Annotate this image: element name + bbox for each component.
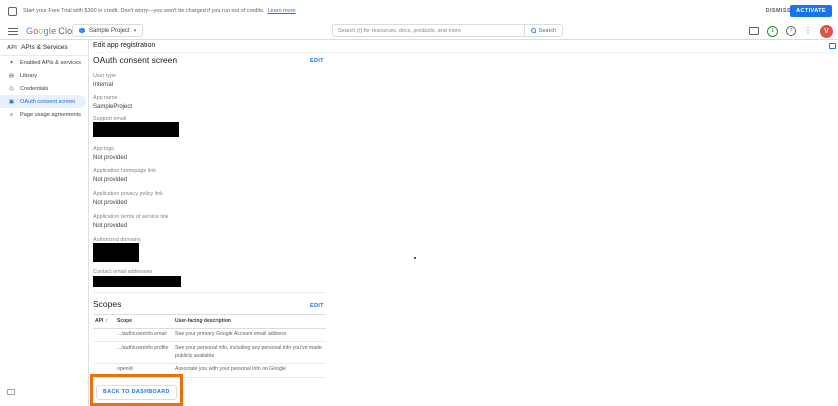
field-app-logo: App logo Not provided xyxy=(93,146,127,161)
dismiss-button[interactable]: DISMISS xyxy=(766,0,791,22)
oauth-consent-section-title: OAuth consent screen xyxy=(93,55,177,65)
apis-services-icon: API xyxy=(7,45,17,51)
sidebar-header: API APIs & Services xyxy=(0,40,88,56)
field-label: Contact email addresses xyxy=(93,269,152,275)
search-button[interactable]: Search xyxy=(524,25,562,36)
consent-screen-icon: ▣ xyxy=(8,99,15,105)
scopes-table-header: API↑ Scope User-facing description xyxy=(93,314,326,329)
chat-icon[interactable] xyxy=(7,389,15,395)
redacted-support-email xyxy=(93,122,179,137)
sidebar-item-label: Enabled APIs & services xyxy=(20,60,81,66)
table-row: .../auth/userinfo.email See your primary… xyxy=(93,329,326,343)
agreements-icon: ≡ xyxy=(8,112,15,118)
page-title: Edit app registration xyxy=(93,42,155,49)
divider xyxy=(93,292,326,293)
sidebar-item-label: Page usage agreements xyxy=(20,112,81,118)
sidebar-item-library[interactable]: ▤ Library xyxy=(0,69,86,82)
search-input[interactable] xyxy=(333,25,524,36)
key-icon: ◎ xyxy=(8,86,15,92)
field-label: Application privacy policy link xyxy=(93,191,163,197)
help-icon[interactable]: ? xyxy=(786,26,796,36)
column-header-description: User-facing description xyxy=(175,315,326,328)
field-label: App name xyxy=(93,95,132,101)
scopes-table: API↑ Scope User-facing description .../a… xyxy=(93,314,326,378)
api-cell xyxy=(93,329,117,342)
scopes-section-title: Scopes xyxy=(93,299,121,309)
table-row: .../auth/userinfo.profile See your perso… xyxy=(93,342,326,364)
api-cell xyxy=(93,342,117,363)
activate-button[interactable]: ACTIVATE xyxy=(790,5,832,17)
header-icons: 1 ? ⋮ V xyxy=(749,22,833,40)
sort-ascending-icon: ↑ xyxy=(105,318,108,324)
enabled-apis-icon: ✦ xyxy=(8,60,15,66)
menu-icon[interactable] xyxy=(8,28,18,35)
trial-credit-icon xyxy=(8,7,17,16)
column-label: API xyxy=(95,318,103,324)
search-button-label: Search xyxy=(539,28,556,34)
scope-cell: .../auth/userinfo.profile xyxy=(117,342,175,363)
sidebar-item-label: OAuth consent screen xyxy=(20,99,75,105)
description-cell: See your personal info, including any pe… xyxy=(175,342,326,363)
google-cloud-console: Start your Free Trial with $300 in credi… xyxy=(0,0,838,406)
field-value: Not provided xyxy=(93,177,156,183)
annotation-highlight: BACK TO DASHBOARD xyxy=(90,374,183,406)
side-panel-toggle-icon[interactable] xyxy=(829,43,836,49)
logo-letter: e xyxy=(51,26,56,36)
trial-banner-text: Start your Free Trial with $300 in credi… xyxy=(23,0,296,22)
top-app-bar: GoogleCloud Sample Project ▾ Search 1 ? … xyxy=(0,22,838,40)
avatar[interactable]: V xyxy=(820,25,833,38)
field-app-name: App name SampleProject xyxy=(93,95,132,110)
back-to-dashboard-button[interactable]: BACK TO DASHBOARD xyxy=(96,385,177,400)
field-terms-of-service-link: Application terms of service link Not pr… xyxy=(93,214,169,229)
field-label: Application homepage link xyxy=(93,168,156,174)
field-value: Not provided xyxy=(93,223,169,229)
sidebar-item-oauth-consent-screen[interactable]: ▣ OAuth consent screen xyxy=(0,95,86,108)
field-label: App logo xyxy=(93,146,127,152)
notifications-badge[interactable]: 1 xyxy=(767,26,778,37)
sidebar-item-label: Credentials xyxy=(20,86,48,92)
divider xyxy=(93,52,838,53)
column-header-scope: Scope xyxy=(117,315,175,328)
field-label: User type xyxy=(93,73,116,79)
redacted-authorized-domains xyxy=(93,243,139,262)
redacted-contact-emails xyxy=(93,276,181,287)
sidebar-title: APIs & Services xyxy=(21,44,68,51)
sidebar-item-page-usage-agreements[interactable]: ≡ Page usage agreements xyxy=(0,108,86,121)
description-cell: Associate you with your personal info on… xyxy=(175,364,326,377)
field-value: SampleProject xyxy=(93,104,132,110)
more-vert-icon[interactable]: ⋮ xyxy=(804,26,812,36)
column-header-api[interactable]: API↑ xyxy=(93,315,117,328)
sidebar-item-credentials[interactable]: ◎ Credentials xyxy=(0,82,86,95)
field-value: Not provided xyxy=(93,155,127,161)
search-icon xyxy=(531,28,536,33)
global-search: Search xyxy=(332,24,563,37)
chevron-down-icon: ▾ xyxy=(134,28,137,34)
project-selector[interactable]: Sample Project ▾ xyxy=(72,24,143,37)
free-trial-banner: Start your Free Trial with $300 in credi… xyxy=(0,0,838,22)
field-user-type: User type Internal xyxy=(93,73,116,88)
cursor-dot xyxy=(414,257,416,259)
learn-more-link[interactable]: Learn more xyxy=(267,8,295,14)
project-icon xyxy=(79,28,85,34)
edit-scopes-link[interactable]: EDIT xyxy=(310,303,324,309)
scope-cell: .../auth/userinfo.email xyxy=(117,329,175,342)
project-name: Sample Project xyxy=(89,28,130,34)
field-privacy-policy-link: Application privacy policy link Not prov… xyxy=(93,191,163,206)
field-label: Application terms of service link xyxy=(93,214,169,220)
sidebar: API APIs & Services ✦ Enabled APIs & ser… xyxy=(0,40,89,406)
field-value: Internal xyxy=(93,82,116,88)
description-cell: See your primary Google Account email ad… xyxy=(175,329,326,342)
sidebar-item-enabled-apis[interactable]: ✦ Enabled APIs & services xyxy=(0,56,86,69)
trial-message: Start your Free Trial with $300 in credi… xyxy=(23,8,264,14)
sidebar-item-label: Library xyxy=(20,73,37,79)
field-value: Not provided xyxy=(93,200,163,206)
library-icon: ▤ xyxy=(8,73,15,79)
field-homepage-link: Application homepage link Not provided xyxy=(93,168,156,183)
edit-consent-link[interactable]: EDIT xyxy=(310,58,324,64)
cloud-shell-icon[interactable] xyxy=(749,27,759,35)
